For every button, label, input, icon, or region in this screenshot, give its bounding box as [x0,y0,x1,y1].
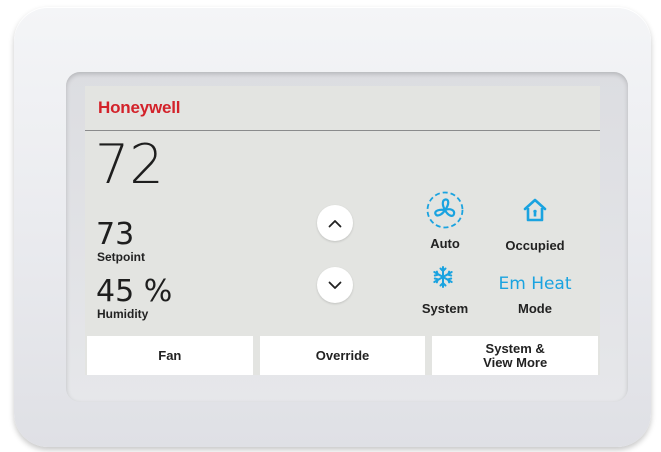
fan-mode-label: Auto [430,236,460,251]
mode-label: Mode [518,301,552,316]
humidity-value: 45 % [96,274,173,309]
softkey-bar: Fan Override System & View More [85,336,600,375]
brand-logo: Honeywell [98,98,181,117]
screen-header: Honeywell [85,86,600,131]
snowflake-icon [431,265,455,289]
occupancy-label: Occupied [505,238,565,253]
setpoint-value: 73 [96,217,135,252]
override-softkey[interactable]: Override [259,336,426,375]
increase-setpoint-button[interactable] [317,205,353,241]
system-label: System [421,301,469,316]
humidity-label: Humidity [97,307,149,321]
mode-value: Em Heat [498,274,572,294]
fan-icon [425,190,465,230]
setpoint-label: Setpoint [97,250,145,264]
thermostat-screen: Honeywell 72 73 Setpoint 45 % Humidity A… [85,86,600,375]
current-temperature: 72 [95,133,164,196]
decrease-setpoint-button[interactable] [317,267,353,303]
home-icon [522,197,548,223]
system-view-more-softkey[interactable]: System & View More [432,336,599,375]
fan-softkey[interactable]: Fan [87,336,253,375]
chevron-up-icon [328,219,342,227]
chevron-down-icon [328,281,342,289]
